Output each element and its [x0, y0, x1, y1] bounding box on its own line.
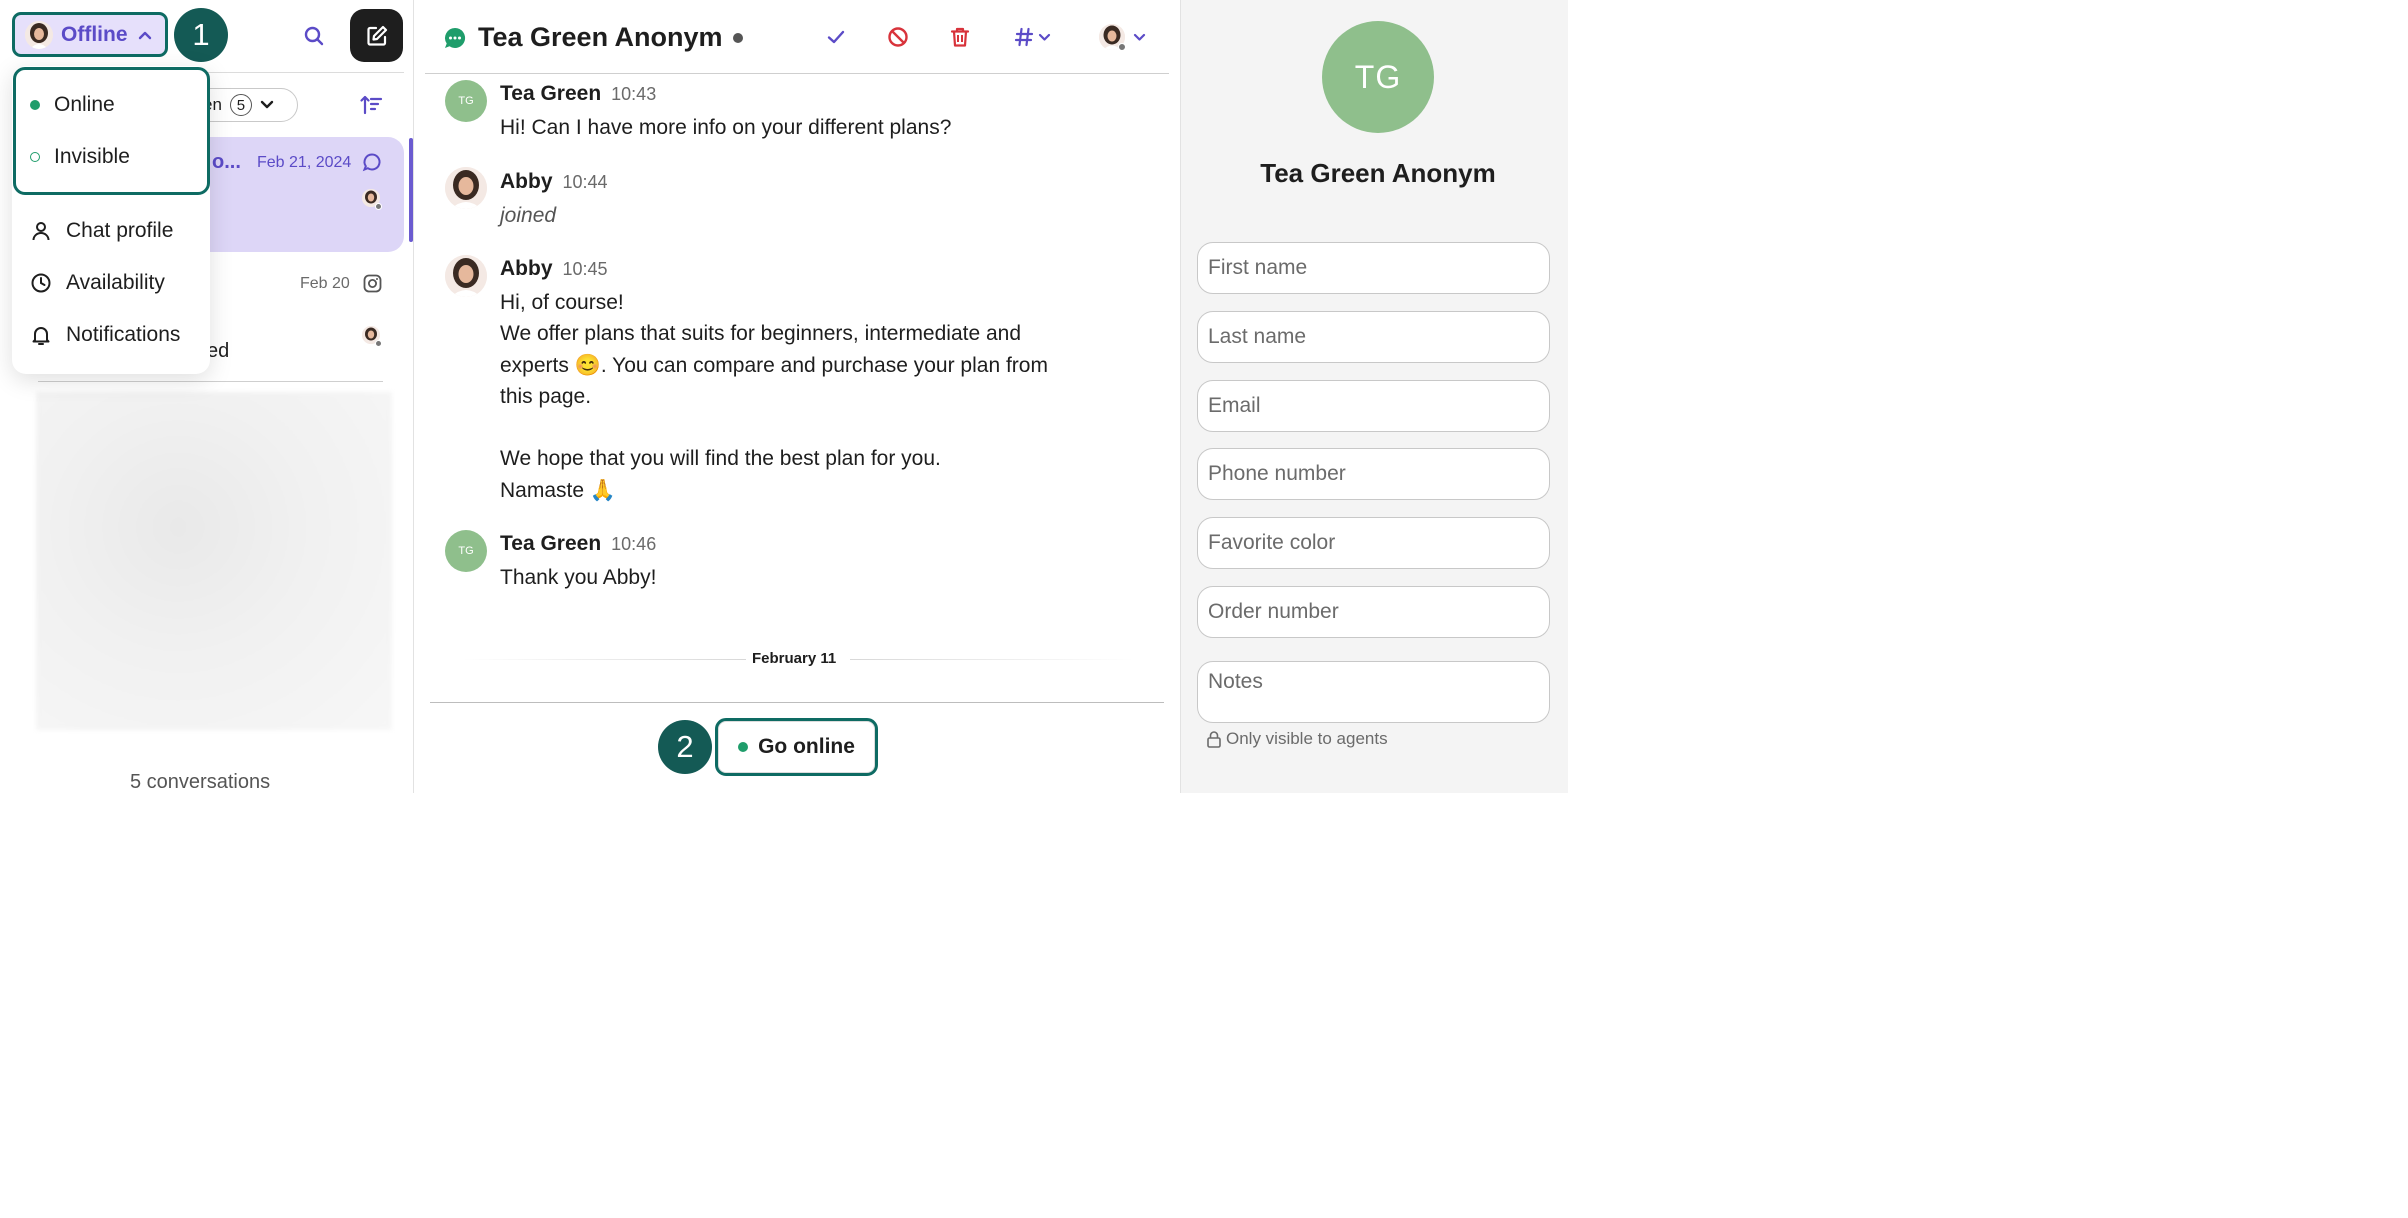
message-time: 10:46: [611, 534, 657, 554]
menu-item-label: Invisible: [54, 145, 130, 168]
lock-icon: [1206, 730, 1222, 748]
message-header: Abby 10:45: [500, 257, 608, 281]
message-author: Tea Green: [500, 82, 602, 105]
block-icon[interactable]: [885, 24, 911, 50]
search-icon[interactable]: [300, 22, 328, 50]
agent-avatar: [445, 167, 487, 209]
message-line: [500, 412, 1048, 443]
contact-status-dot: [733, 33, 743, 43]
chevron-down-icon: [1038, 33, 1051, 42]
system-message: joined: [500, 204, 557, 227]
phone-number-field[interactable]: [1197, 448, 1550, 500]
conversation-date: Feb 20: [300, 275, 350, 292]
edit-icon: [365, 24, 389, 48]
message-line: Namaste 🙏: [500, 478, 617, 502]
status-label: Offline: [61, 22, 128, 46]
contact-avatar: TG: [1322, 21, 1434, 133]
message-header: Abby 10:44: [500, 170, 608, 194]
message-author: Abby: [500, 170, 553, 193]
conversation-date: Feb 21, 2024: [257, 154, 352, 171]
message-line: We hope that you will find the best plan…: [500, 447, 941, 471]
tag-dropdown[interactable]: [1011, 24, 1053, 50]
message-text: Hi! Can I have more info on your differe…: [500, 116, 952, 139]
hashtag-icon: [1014, 27, 1034, 47]
menu-item-notifications[interactable]: Notifications: [30, 320, 180, 350]
conversation-name[interactable]: ed: [207, 340, 229, 363]
order-number-field[interactable]: [1197, 586, 1550, 638]
chat-title: Tea Green Anonym: [478, 22, 723, 52]
bell-icon: [30, 324, 52, 346]
compose-button[interactable]: [350, 9, 403, 62]
go-online-label: Go online: [758, 735, 855, 758]
chat-header-divider: [425, 73, 1169, 74]
contact-name: Tea Green Anonym: [1260, 158, 1496, 188]
message-line: Hi, of course!: [500, 291, 624, 314]
menu-item-label: Notifications: [66, 323, 181, 346]
menu-item-label: Availability: [66, 271, 165, 294]
menu-item-chat-profile[interactable]: Chat profile: [30, 216, 173, 246]
note-text: Only visible to agents: [1226, 729, 1388, 748]
step-badge-1: 1: [174, 8, 228, 62]
last-name-field[interactable]: [1197, 311, 1550, 363]
instagram-icon: [363, 274, 382, 293]
conversation-count: 5 conversations: [130, 771, 271, 793]
invisible-dot-icon: [30, 152, 40, 162]
menu-item-label: Chat profile: [66, 219, 174, 242]
message-line: We offer plans that suits for beginners,…: [500, 322, 1022, 346]
blurred-content: [36, 392, 392, 730]
contact-avatar: TG: [445, 80, 487, 122]
offline-dot: [375, 203, 382, 210]
status-options-highlight: [13, 67, 210, 195]
online-dot-icon: [30, 100, 40, 110]
chevron-down-icon: [1133, 33, 1146, 42]
go-online-button[interactable]: Go online: [715, 718, 878, 776]
date-separator-line: [850, 659, 1134, 660]
first-name-field[interactable]: [1197, 242, 1550, 294]
status-toggle-button[interactable]: Offline: [12, 12, 168, 57]
offline-dot: [375, 340, 382, 347]
message-time: 10:43: [611, 84, 657, 104]
contact-avatar: TG: [445, 530, 487, 572]
message-time: 10:44: [562, 172, 608, 192]
email-field[interactable]: [1197, 380, 1550, 432]
menu-item-online[interactable]: Online: [30, 90, 115, 120]
chat-bubble-icon: [362, 152, 382, 172]
conversation-name: o...: [212, 151, 241, 173]
clock-icon: [30, 272, 52, 294]
message-time: 10:45: [562, 259, 608, 279]
menu-item-label: Online: [54, 93, 115, 116]
message-author: Tea Green: [500, 532, 602, 555]
date-separator-label: February 11: [752, 650, 837, 667]
message-line: this page.: [500, 384, 592, 408]
person-icon: [30, 220, 52, 242]
message-line: experts 😊. You can compare and purchase …: [500, 353, 1048, 377]
date-separator-line: [462, 659, 746, 660]
step-badge-2: 2: [658, 720, 712, 774]
menu-item-invisible[interactable]: Invisible: [30, 142, 130, 172]
chevron-down-icon: [260, 100, 274, 110]
sort-icon[interactable]: [358, 92, 384, 118]
message-body: Hi, of course! We offer plans that suits…: [500, 287, 1048, 506]
agent-avatar: [25, 20, 53, 49]
message-header: Tea Green 10:46: [500, 532, 656, 556]
online-dot-icon: [738, 742, 749, 752]
menu-item-availability[interactable]: Availability: [30, 268, 165, 298]
notes-field[interactable]: [1197, 661, 1550, 723]
message-header: Tea Green 10:43: [500, 82, 656, 106]
notes-visibility-note: Only visible to agents: [1206, 729, 1388, 749]
chevron-up-icon: [138, 30, 152, 40]
trash-icon[interactable]: [947, 24, 973, 50]
offline-dot: [1118, 43, 1126, 51]
composer-divider: [430, 702, 1164, 703]
filter-count: 5: [229, 94, 252, 116]
list-divider: [38, 381, 383, 382]
check-icon[interactable]: [823, 24, 849, 50]
agent-avatar: [445, 255, 487, 297]
livechat-icon: [443, 26, 467, 50]
message-text: Thank you Abby!: [500, 566, 657, 589]
message-author: Abby: [500, 257, 553, 280]
favorite-color-field[interactable]: [1197, 517, 1550, 569]
active-indicator: [409, 138, 413, 242]
